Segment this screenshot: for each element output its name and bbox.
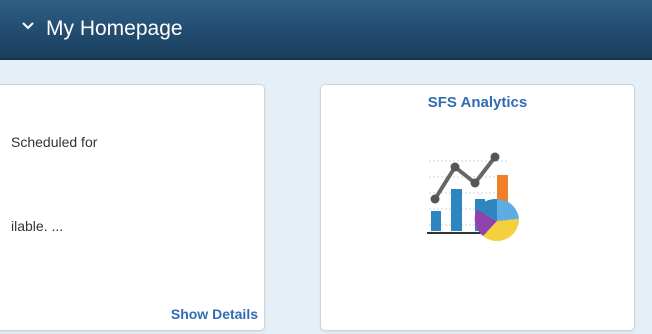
tile-text-line-2: ilable. ...: [11, 218, 64, 234]
analytics-chart-icon: [427, 152, 520, 241]
homepage-title[interactable]: My Homepage: [46, 15, 183, 43]
homepage-header: My Homepage: [0, 0, 652, 60]
sfs-analytics-tile[interactable]: SFS Analytics: [320, 84, 635, 331]
tile-title: SFS Analytics: [427, 94, 528, 111]
notification-tile[interactable]: Scheduled for ilable. ... Show Details: [0, 84, 265, 331]
show-details-link[interactable]: Show Details: [171, 306, 258, 322]
tile-text-line-1: Scheduled for: [11, 134, 98, 150]
chevron-down-icon[interactable]: [20, 18, 36, 34]
